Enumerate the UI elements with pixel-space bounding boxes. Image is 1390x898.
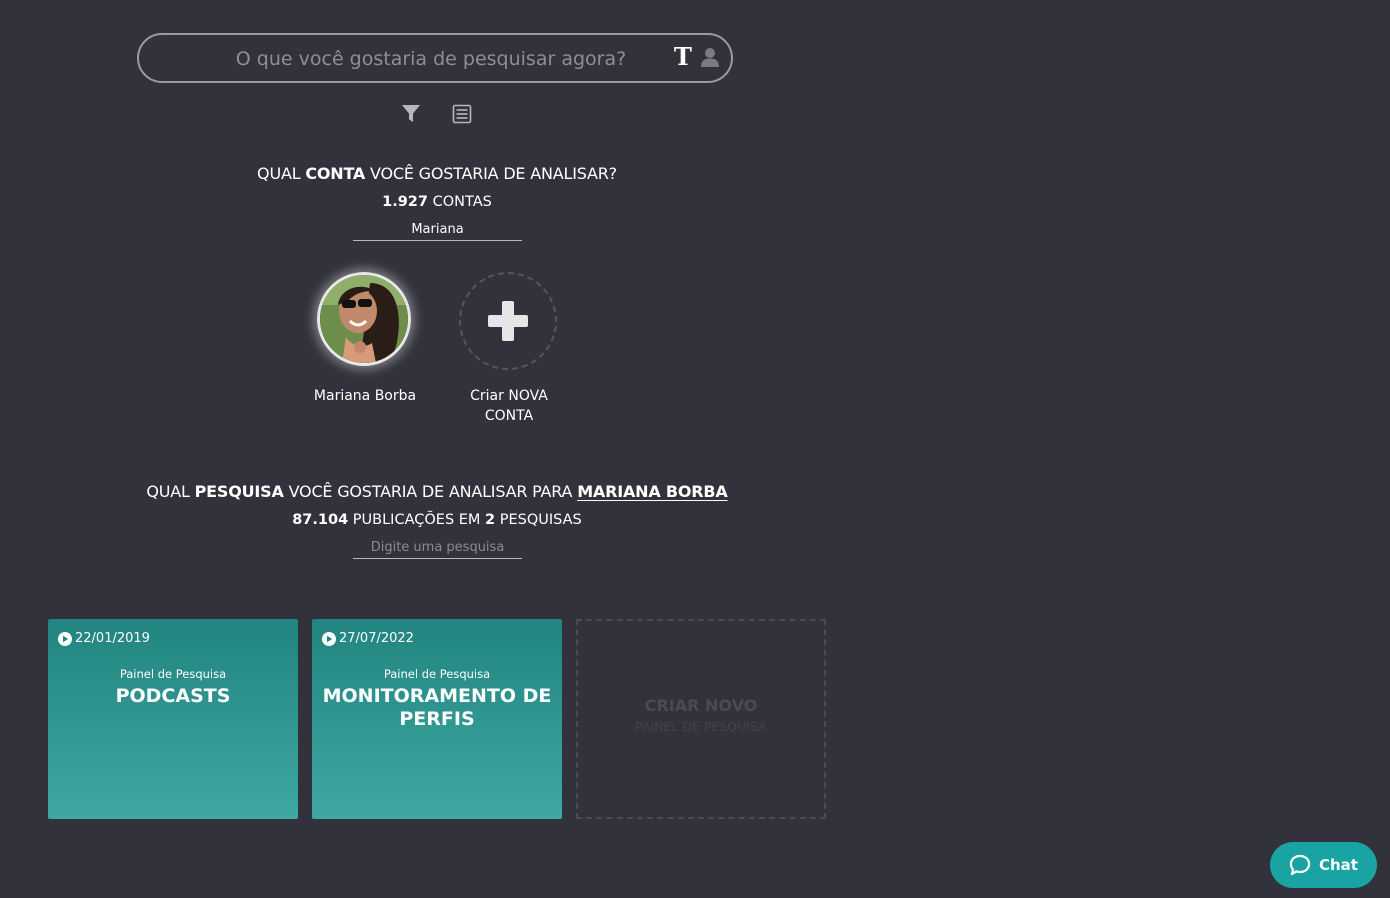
list-icon[interactable] [452,104,472,129]
add-account-label[interactable]: Criar NOVA CONTA [449,386,569,426]
research-count: 87.104 PUBLICAÇÕES EM 2 PESQUISAS [292,512,582,528]
research-filter-input[interactable] [353,536,522,559]
research-question-heading: QUAL PESQUISA VOCÊ GOSTARIA DE ANALISAR … [146,482,728,501]
card-title: MONITORAMENTO DE PERFIS [322,685,552,730]
account-count: 1.927 CONTAS [382,194,492,210]
account-link[interactable]: MARIANA BORBA [577,482,728,501]
create-card-title: CRIAR NOVO [644,696,758,715]
card-kicker: Painel de Pesquisa [383,667,491,681]
search-bar: T [137,33,733,83]
user-icon[interactable] [701,47,719,72]
create-research-card[interactable]: CRIAR NOVO PAINEL DE PESQUISA [576,619,826,819]
chat-bubble-icon [1289,854,1311,876]
account-question-heading: QUAL CONTA VOCÊ GOSTARIA DE ANALISAR? [257,164,617,183]
text-search-toggle-icon[interactable]: T [674,42,692,71]
account-avatar[interactable] [317,272,411,366]
account-filter-input[interactable] [353,218,522,241]
play-icon [322,631,336,646]
search-input[interactable] [179,43,683,75]
card-date: 27/07/2022 [322,631,414,646]
card-date: 22/01/2019 [58,631,150,646]
research-card[interactable]: 27/07/2022 Painel de Pesquisa MONITORAME… [312,619,562,819]
play-icon [58,631,72,646]
account-name[interactable]: Mariana Borba [305,386,425,406]
card-kicker: Painel de Pesquisa [119,667,227,681]
card-title: PODCASTS [115,685,231,707]
filter-icon[interactable] [401,104,421,129]
chat-button[interactable]: Chat [1270,842,1377,888]
chat-label: Chat [1319,856,1358,874]
research-card[interactable]: 22/01/2019 Painel de Pesquisa PODCASTS [48,619,298,819]
create-card-subtitle: PAINEL DE PESQUISA [635,719,767,734]
add-account-button[interactable] [459,272,557,370]
page: T QUAL CONTA VOCÊ GOSTARIA DE ANALISAR? … [0,0,1390,898]
